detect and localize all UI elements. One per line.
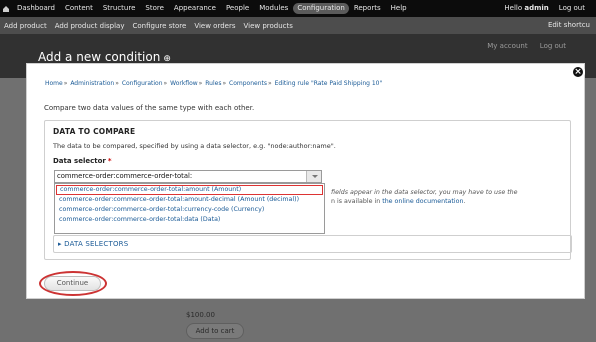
add-condition-dialog: Home» Administration» Configuration» Wor… [26,63,585,299]
menu-structure[interactable]: Structure [98,0,141,17]
breadcrumb-sep: » [198,80,203,87]
hello-text: Hello [504,4,523,12]
edit-shortcuts-link[interactable]: Edit shortcu [544,17,594,34]
shortcut-add-product[interactable]: Add product [0,22,51,30]
menu-configuration[interactable]: Configuration [293,3,349,14]
autocomplete-dropdown-icon[interactable] [306,171,321,182]
my-account-link[interactable]: My account [487,42,527,50]
data-selector-label-text: Data selector [53,157,106,165]
selector-hint-line-2: n is available in the online documentati… [331,198,465,205]
product-price: $100.00 [186,311,215,319]
selector-hint-line-1: fields appear in the data selector, you … [331,189,518,196]
breadcrumb-sep: » [163,80,168,87]
shortcut-view-products[interactable]: View products [240,22,297,30]
autocomplete-option-amount[interactable]: commerce-order:commerce-order-total:amou… [56,185,323,195]
required-marker: * [107,157,112,165]
menu-people[interactable]: People [221,0,254,17]
logout-link[interactable]: Log out [554,0,590,17]
shortcuts-bar: Add product Add product display Configur… [0,17,596,34]
breadcrumb-sep: » [222,80,227,87]
shortcut-view-orders[interactable]: View orders [190,22,239,30]
breadcrumb-sep: » [115,80,119,87]
menu-store[interactable]: Store [140,0,169,17]
home-icon[interactable] [0,0,12,17]
account-links: My account Log out [477,42,566,50]
online-documentation-link[interactable]: the online documentation [382,198,463,205]
data-selector-input[interactable]: commerce-order:commerce-order-total: [54,170,322,183]
breadcrumb-editing-rule[interactable]: Editing rule "Rate Paid Shipping 10" [275,80,383,87]
breadcrumb-sep: » [268,80,272,87]
menu-content[interactable]: Content [60,0,98,17]
continue-highlight-ring [39,271,107,296]
data-selectors-collapsible[interactable]: ▸ DATA SELECTORS [53,235,572,253]
page-logout-link[interactable]: Log out [540,42,566,50]
greeting: Hello admin [499,0,553,17]
fieldset-legend: DATA TO COMPARE [53,127,136,136]
hint-suffix: . [463,198,466,205]
admin-toolbar: Dashboard Content Structure Store Appear… [0,0,596,17]
hint-prefix: n is available in [331,198,381,205]
intro-text: Compare two data values of the same type… [44,104,255,112]
shortcut-add-product-display[interactable]: Add product display [51,22,129,30]
menu-help[interactable]: Help [386,0,412,17]
autocomplete-option-currency-code[interactable]: commerce-order:commerce-order-total:curr… [55,205,324,215]
breadcrumb-rules[interactable]: Rules [205,80,221,87]
menu-dashboard[interactable]: Dashboard [12,0,60,17]
autocomplete-option-data[interactable]: commerce-order:commerce-order-total:data… [55,215,324,225]
data-selectors-toggle[interactable]: ▸ DATA SELECTORS [58,240,128,248]
breadcrumb-components[interactable]: Components [229,80,267,87]
fieldset-description: The data to be compared, specified by us… [53,142,336,150]
close-icon[interactable]: × [571,65,585,79]
breadcrumb-sep: » [63,80,68,87]
user-area: Hello admin Log out [499,0,590,17]
autocomplete-list: commerce-order:commerce-order-total:amou… [54,183,325,234]
data-selector-label: Data selector * [53,157,112,165]
page-title: Add a new condition ⊕ [38,50,171,64]
breadcrumb: Home» Administration» Configuration» Wor… [45,80,382,87]
menu-appearance[interactable]: Appearance [169,0,221,17]
username-link[interactable]: admin [524,4,548,12]
breadcrumb-home[interactable]: Home [45,80,63,87]
admin-menu: Dashboard Content Structure Store Appear… [12,0,412,17]
breadcrumb-configuration[interactable]: Configuration [122,80,163,87]
page-title-text: Add a new condition [38,50,161,64]
shortcut-configure-store[interactable]: Configure store [128,22,190,30]
autocomplete-option-amount-decimal[interactable]: commerce-order:commerce-order-total:amou… [55,195,324,205]
breadcrumb-administration[interactable]: Administration [70,80,114,87]
data-selector-value: commerce-order:commerce-order-total: [57,172,193,180]
menu-reports[interactable]: Reports [349,0,386,17]
add-to-cart-button[interactable]: Add to cart [186,323,244,339]
menu-modules[interactable]: Modules [254,0,293,17]
breadcrumb-workflow[interactable]: Workflow [170,80,198,87]
